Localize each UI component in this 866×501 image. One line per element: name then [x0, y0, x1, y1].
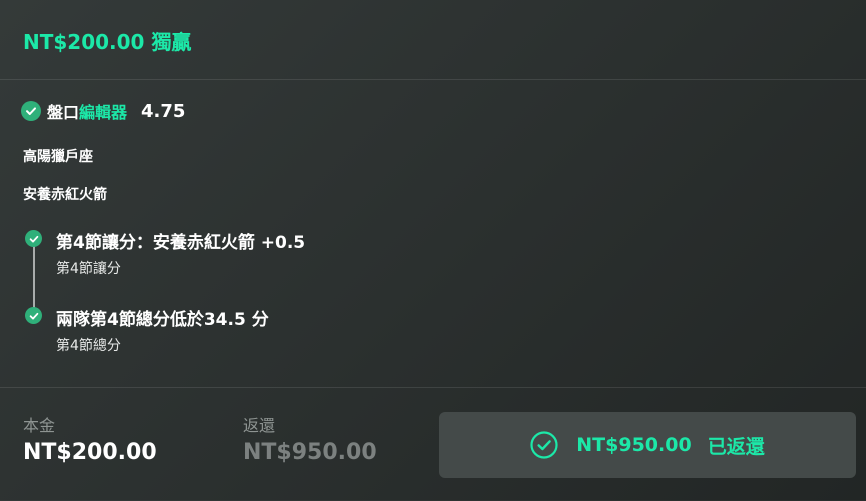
- bet-footer: 本金 NT$200.00 返還 NT$950.00 NT$950.00 已返還: [0, 387, 866, 501]
- bet-builder-link[interactable]: 編輯器: [79, 99, 127, 123]
- stake-label: 本金: [23, 416, 56, 435]
- bet-slip-card: NT$200.00 獨贏 盤口 編輯器 4.75 高陽獵戶座 安養赤紅火箭 第4節…: [0, 0, 866, 500]
- bet-builder-row: 盤口 編輯器 4.75: [21, 100, 185, 122]
- away-team-name: 安養赤紅火箭: [23, 187, 107, 203]
- odds-value: 4.75: [141, 100, 186, 122]
- bet-header: NT$200.00 獨贏: [0, 0, 866, 80]
- check-icon: [25, 230, 42, 247]
- bet-builder-prefix: 盤口: [47, 103, 80, 122]
- leg-selection: 兩隊第4節總分低於34.5 分: [56, 310, 269, 330]
- timeline-connector: [33, 245, 35, 313]
- returned-status-text: 已返還: [707, 435, 765, 458]
- return-label: 返還: [243, 416, 276, 435]
- bet-title: NT$200.00 獨贏: [23, 30, 192, 54]
- check-circle-icon: [530, 431, 558, 459]
- check-icon: [25, 307, 42, 324]
- return-value: NT$950.00: [243, 440, 377, 465]
- leg-market: 第4節總分: [56, 338, 121, 354]
- leg-selection: 第4節讓分：安養赤紅火箭 +0.5: [56, 233, 306, 253]
- home-team-name: 高陽獵戶座: [23, 149, 93, 165]
- leg-market: 第4節讓分: [56, 261, 121, 277]
- stake-value: NT$200.00: [23, 440, 157, 465]
- returned-amount: NT$950.00: [576, 434, 692, 456]
- returned-status-button[interactable]: NT$950.00 已返還: [439, 412, 856, 478]
- check-circle-icon: [21, 101, 41, 121]
